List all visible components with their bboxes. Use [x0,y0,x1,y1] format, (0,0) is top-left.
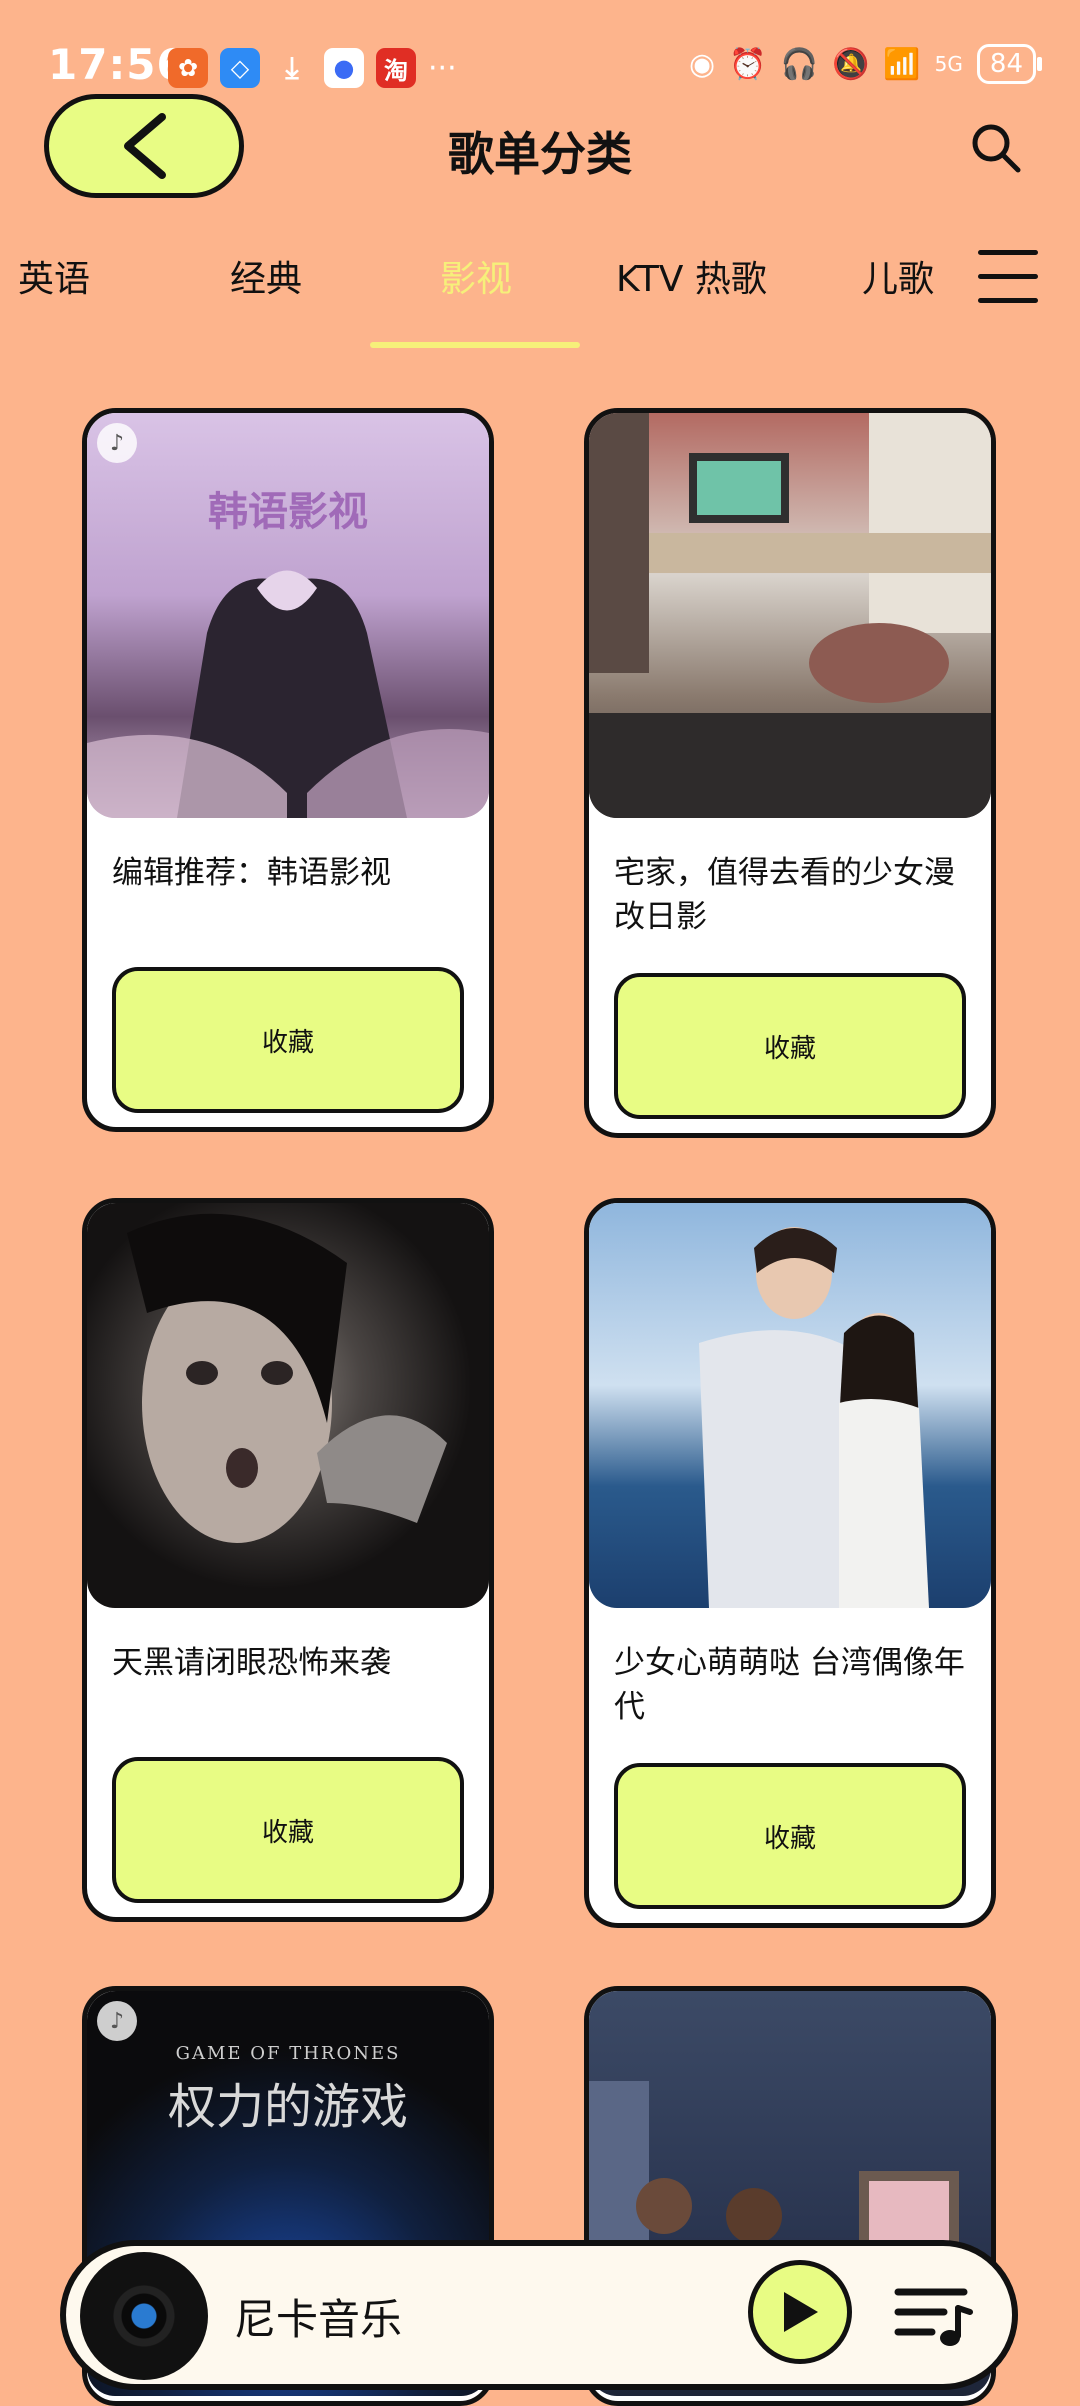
mini-player[interactable]: 尼卡音乐 [60,2240,1018,2390]
playlist-card[interactable]: 天黑请闭眼恐怖来袭 收藏 [82,1198,494,1922]
page-title: 歌单分类 [448,127,632,181]
category-tabs: 英语 经典 影视 KTV 热歌 儿歌 [0,250,1080,350]
playlist-title: 少女心萌萌哒 台湾偶像年代 [614,1645,965,1725]
system-status-icons: ◉ ⏰ 🎧 🔕 📶 5G 84 [689,44,1043,84]
playlist-title: 编辑推荐：韩语影视 [112,855,391,891]
cover-text: 权力的游戏 [167,2079,408,2135]
battery-indicator: 84 [976,44,1043,84]
eye-icon: ◉ [689,46,716,82]
collect-button[interactable]: 收藏 [112,1757,464,1903]
playlist-card[interactable]: ♪ 韩语影视 编辑推荐：韩语影视 收藏 [82,408,494,1132]
playlist-cover[interactable] [589,1203,991,1608]
playlist-cover[interactable] [87,1203,489,1608]
wifi-icon: 📶 [883,46,921,82]
browser-notification-icon: ● [324,48,364,88]
music-logo-icon: ♪ [97,2001,137,2041]
collect-button[interactable]: 收藏 [614,1763,966,1909]
collect-button[interactable]: 收藏 [112,967,464,1113]
tab-english[interactable]: 英语 [18,250,90,302]
network-type: 5G [934,52,963,76]
playlist-title: 天黑请闭眼恐怖来袭 [112,1645,391,1681]
alarm-icon: ⏰ [729,46,767,82]
playlist-cover[interactable]: ♪ 韩语影视 [87,413,489,818]
taobao-notification-icon: 淘 [376,48,416,88]
download-icon: ⤓ [285,50,299,86]
mute-icon: 🔕 [831,46,870,82]
tab-film-tv[interactable]: 影视 [440,250,512,302]
notification-icons: ✿ ◇ ⤓ ● 淘 ··· [168,48,457,88]
store-notification-icon: ◇ [220,48,260,88]
play-button[interactable] [748,2260,852,2364]
horror-face-illustration [127,1213,447,1543]
room-illustration [589,413,991,818]
tab-classic[interactable]: 经典 [230,250,302,302]
tab-ktv-hits[interactable]: KTV 热歌 [616,250,767,302]
playlist-cover[interactable] [589,413,991,818]
collect-button[interactable]: 收藏 [614,973,966,1119]
headphones-icon: 🎧 [780,46,818,82]
vinyl-disc-icon[interactable] [80,2252,208,2380]
heart-hands-icon [87,570,489,818]
player-title: 尼卡音乐 [234,2295,403,2344]
menu-icon[interactable] [978,250,1038,304]
playlist-icon[interactable] [894,2280,974,2350]
playlist-title: 宅家，值得去看的少女漫改日影 [614,855,955,935]
cover-text-en: GAME OF THRONES [175,2043,401,2064]
search-icon[interactable] [968,120,1024,176]
tab-kids-songs[interactable]: 儿歌 [862,250,934,302]
app-notification-icon: ✿ [168,48,208,88]
playlist-card[interactable]: 少女心萌萌哒 台湾偶像年代 收藏 [584,1198,996,1928]
couple-illustration [699,1227,929,1608]
more-notifications-icon: ··· [428,50,457,86]
playlist-card[interactable]: 宅家，值得去看的少女漫改日影 收藏 [584,408,996,1138]
active-tab-indicator [370,342,580,348]
play-icon [784,2292,818,2332]
status-time: 17:56 [48,40,187,89]
